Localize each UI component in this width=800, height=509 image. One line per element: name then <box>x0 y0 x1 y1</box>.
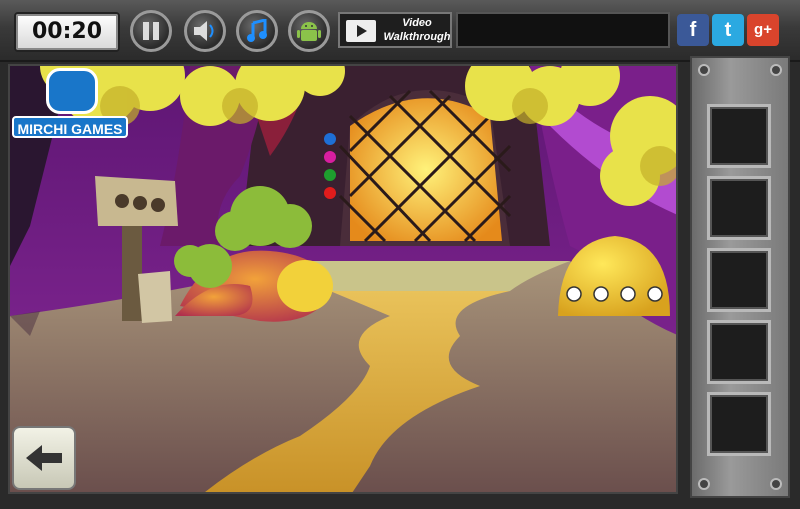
music-button[interactable] <box>236 10 278 52</box>
mirchi-games-logo: MIRCHI GAMES <box>12 68 128 140</box>
music-note-icon <box>247 19 267 42</box>
back-button[interactable] <box>12 426 76 490</box>
clue-dot-red <box>324 187 336 199</box>
bolt-icon <box>698 64 710 76</box>
inventory-slot-1[interactable] <box>707 104 771 168</box>
pause-button[interactable] <box>130 10 172 52</box>
inventory-panel <box>690 56 790 498</box>
clue-dot-blue <box>324 133 336 145</box>
sound-button[interactable] <box>184 10 226 52</box>
facebook-button[interactable]: f <box>677 14 709 46</box>
video-label-line1: Video <box>402 17 432 29</box>
video-walkthrough-label: Video Walkthrough <box>382 16 452 44</box>
googleplus-button[interactable]: g+ <box>747 14 779 46</box>
video-walkthrough-button[interactable]: Video Walkthrough <box>338 12 452 48</box>
clue-dot-green <box>324 169 336 181</box>
logo-text: MIRCHI GAMES <box>12 116 128 138</box>
bolt-icon <box>770 478 782 490</box>
arrow-left-icon <box>26 445 62 471</box>
film-icon <box>346 20 376 42</box>
twitter-button[interactable]: t <box>712 14 744 46</box>
bolt-icon <box>698 478 710 490</box>
android-button[interactable] <box>288 10 330 52</box>
inventory-slot-3[interactable] <box>707 248 771 312</box>
top-empty-panel <box>456 12 670 48</box>
game-scene: MIRCHI GAMES <box>8 64 678 494</box>
timer: 00:20 <box>14 12 120 52</box>
bolt-icon <box>770 64 782 76</box>
video-label-line2: Walkthrough <box>383 31 451 43</box>
inventory-slot-4[interactable] <box>707 320 771 384</box>
top-toolbar: 00:20 Video Walkthrough f t g+ <box>0 0 800 62</box>
clue-dot-magenta <box>324 151 336 163</box>
inventory-slot-2[interactable] <box>707 176 771 240</box>
speaker-icon <box>194 21 214 41</box>
inventory-slot-5[interactable] <box>707 392 771 456</box>
gamepad-icon <box>46 68 98 114</box>
android-icon <box>297 22 321 41</box>
pause-icon <box>143 22 159 40</box>
